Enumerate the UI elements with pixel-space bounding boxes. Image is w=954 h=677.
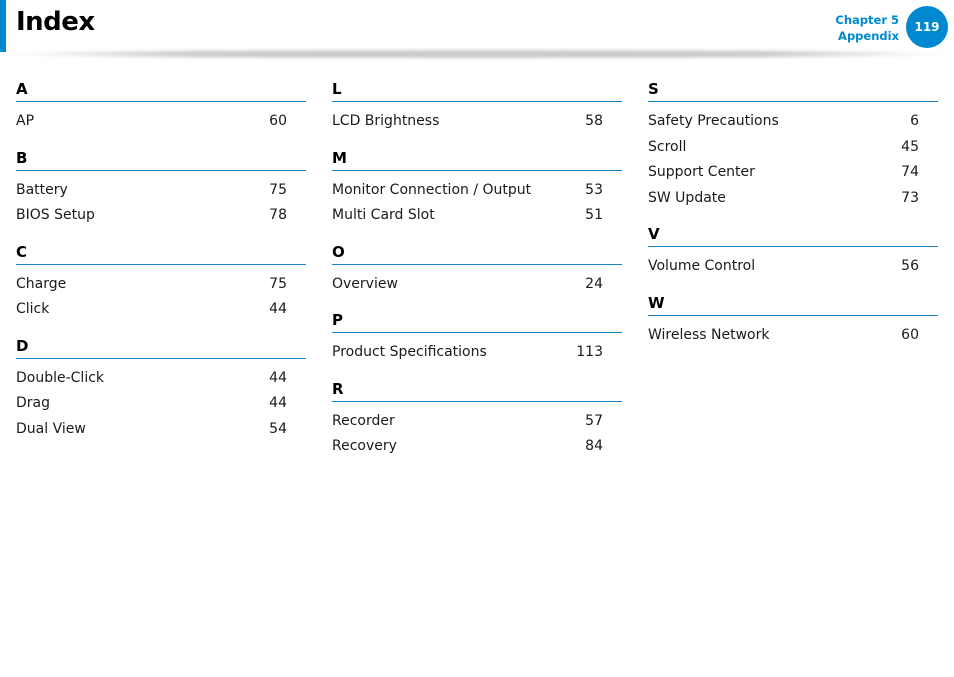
index-column-2: L LCD Brightness 58 M Monitor Connection / O… bbox=[332, 78, 622, 472]
index-term: LCD Brightness bbox=[332, 113, 440, 129]
index-term: Overview bbox=[332, 275, 398, 292]
index-entry[interactable]: SW Update 73 bbox=[648, 186, 938, 212]
index-entry[interactable]: Battery 75 bbox=[16, 178, 306, 204]
index-page-number: 60 bbox=[269, 113, 287, 129]
index-page-number: 24 bbox=[585, 275, 603, 292]
index-entry[interactable]: Overview 24 bbox=[332, 272, 622, 298]
section-letter-heading: O bbox=[332, 241, 622, 265]
index-term: Double-Click bbox=[16, 369, 105, 386]
section-letter-heading: L bbox=[332, 78, 622, 102]
section-letter-heading: C bbox=[16, 241, 306, 265]
index-term: Recovery bbox=[332, 438, 397, 454]
index-section: V Volume Control 56 bbox=[648, 223, 938, 280]
index-entry[interactable]: Product Specifications 113 bbox=[332, 340, 622, 366]
index-entry[interactable]: Double-Click 44 bbox=[16, 366, 306, 392]
index-section: R Recorder 57 Recovery 84 bbox=[332, 378, 622, 460]
index-page-number: 44 bbox=[269, 369, 287, 386]
index-term: Dual View bbox=[16, 420, 86, 437]
section-letter-heading: V bbox=[648, 223, 938, 247]
index-page-number: 57 bbox=[585, 412, 603, 429]
index-entry[interactable]: Wireless Network 60 bbox=[648, 323, 938, 349]
chapter-number: Chapter 5 bbox=[835, 13, 899, 27]
index-entry[interactable]: Dual View 54 bbox=[16, 417, 306, 443]
index-term: Wireless Network bbox=[648, 326, 770, 343]
index-section: L LCD Brightness 58 bbox=[332, 78, 622, 135]
index-page-number: 74 bbox=[901, 164, 919, 180]
index-term: SW Update bbox=[648, 189, 726, 206]
page-title: Index bbox=[16, 7, 95, 37]
index-term: Click bbox=[16, 301, 50, 317]
index-entry[interactable]: AP 60 bbox=[16, 109, 306, 135]
index-entry[interactable]: Recorder 57 bbox=[332, 409, 622, 435]
index-term: Safety Precautions bbox=[648, 113, 779, 129]
section-letter-heading: B bbox=[16, 147, 306, 171]
chapter-label: Chapter 5 Appendix bbox=[835, 12, 899, 44]
index-section: O Overview 24 bbox=[332, 241, 622, 298]
index-entry[interactable]: Recovery 84 bbox=[332, 434, 622, 460]
index-term: Product Specifications bbox=[332, 344, 487, 360]
index-section: S Safety Precautions 6 Scroll 45 Support Cent… bbox=[648, 78, 938, 211]
section-letter-heading: S bbox=[648, 78, 938, 102]
index-page-number: 44 bbox=[269, 395, 287, 411]
index-term: Volume Control bbox=[648, 258, 756, 274]
index-page-number: 73 bbox=[901, 189, 919, 206]
index-page-number: 75 bbox=[269, 275, 287, 292]
index-section: M Monitor Connection / Output 53 Multi Card… bbox=[332, 147, 622, 229]
index-entry[interactable]: BIOS Setup 78 bbox=[16, 203, 306, 229]
index-entry[interactable]: LCD Brightness 58 bbox=[332, 109, 622, 135]
index-page-number: 53 bbox=[585, 181, 603, 198]
index-page-number: 58 bbox=[585, 113, 603, 129]
index-section: D Double-Click 44 Drag 44 Dual View 54 bbox=[16, 335, 306, 443]
index-term: BIOS Setup bbox=[16, 207, 95, 223]
index-column-1: A AP 60 B Battery 75 BIOS Setup 78 C Charge 75 Clic… bbox=[16, 78, 306, 454]
header-divider bbox=[0, 50, 954, 58]
index-term: Monitor Connection / Output bbox=[332, 181, 532, 198]
index-entry[interactable]: Safety Precautions 6 bbox=[648, 109, 938, 135]
index-entry[interactable]: Scroll 45 bbox=[648, 135, 938, 161]
index-term: AP bbox=[16, 113, 35, 129]
index-page-number: 6 bbox=[910, 113, 919, 129]
index-section: A AP 60 bbox=[16, 78, 306, 135]
index-entry[interactable]: Support Center 74 bbox=[648, 160, 938, 186]
index-section: C Charge 75 Click 44 bbox=[16, 241, 306, 323]
index-page-number: 84 bbox=[585, 438, 603, 454]
index-page-number: 54 bbox=[269, 420, 287, 437]
index-section: W Wireless Network 60 bbox=[648, 292, 938, 349]
header-accent-bar bbox=[0, 0, 6, 52]
index-page-number: 56 bbox=[901, 258, 919, 274]
index-page-number: 45 bbox=[901, 138, 919, 155]
index-section: P Product Specifications 113 bbox=[332, 309, 622, 366]
index-term: Support Center bbox=[648, 164, 755, 180]
index-entry[interactable]: Monitor Connection / Output 53 bbox=[332, 178, 622, 204]
index-entry[interactable]: Volume Control 56 bbox=[648, 254, 938, 280]
index-section: B Battery 75 BIOS Setup 78 bbox=[16, 147, 306, 229]
index-term: Drag bbox=[16, 395, 51, 411]
index-term: Scroll bbox=[648, 138, 687, 155]
index-term: Battery bbox=[16, 181, 68, 198]
index-column-3: S Safety Precautions 6 Scroll 45 Support Cent… bbox=[648, 78, 938, 360]
section-letter-heading: P bbox=[332, 309, 622, 333]
chapter-section: Appendix bbox=[838, 29, 899, 43]
index-page-number: 75 bbox=[269, 181, 287, 198]
index-term: Recorder bbox=[332, 412, 395, 429]
index-term: Charge bbox=[16, 275, 67, 292]
section-letter-heading: A bbox=[16, 78, 306, 102]
section-letter-heading: W bbox=[648, 292, 938, 316]
page-number-badge: 119 bbox=[906, 6, 948, 48]
index-term: Multi Card Slot bbox=[332, 207, 435, 223]
index-entry[interactable]: Multi Card Slot 51 bbox=[332, 203, 622, 229]
index-page-number: 113 bbox=[576, 344, 603, 360]
section-letter-heading: R bbox=[332, 378, 622, 402]
index-page-number: 44 bbox=[269, 301, 287, 317]
index-entry[interactable]: Charge 75 bbox=[16, 272, 306, 298]
index-page-number: 51 bbox=[585, 207, 603, 223]
page-header: Index Chapter 5 Appendix 119 bbox=[0, 0, 954, 58]
index-entry[interactable]: Drag 44 bbox=[16, 391, 306, 417]
index-entry[interactable]: Click 44 bbox=[16, 297, 306, 323]
section-letter-heading: M bbox=[332, 147, 622, 171]
section-letter-heading: D bbox=[16, 335, 306, 359]
index-page-number: 60 bbox=[901, 326, 919, 343]
index-page-number: 78 bbox=[269, 207, 287, 223]
